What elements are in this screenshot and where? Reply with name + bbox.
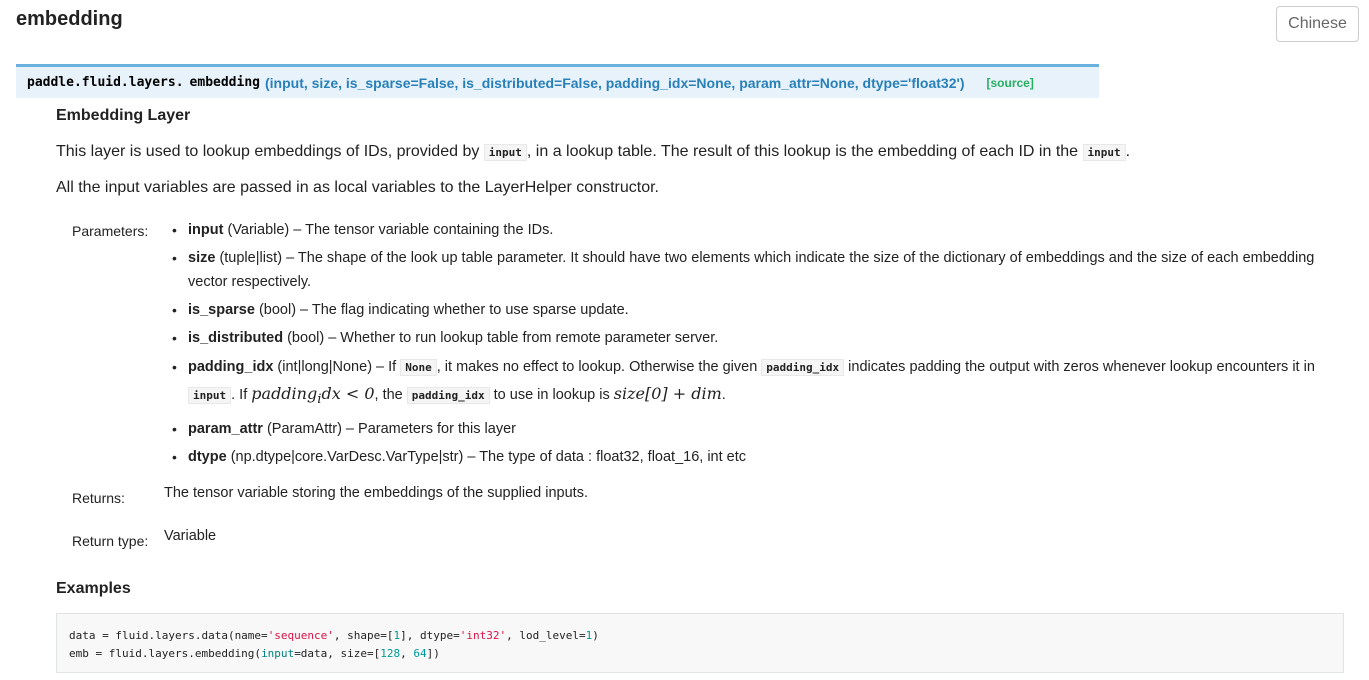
param-name: param_attr <box>188 421 263 438</box>
code-line-1: data = fluid.layers.data(name='sequence'… <box>69 629 599 642</box>
param-name: input <box>188 222 224 238</box>
description-paragraph-1: This layer is used to lookup embeddings … <box>56 143 1130 161</box>
param-type: (bool) <box>283 330 325 346</box>
bullet-icon: • <box>172 359 177 375</box>
math-expression: size[0] + dim <box>613 384 722 403</box>
param-name: is_distributed <box>188 330 284 346</box>
inline-code-input: input <box>188 387 232 404</box>
param-item-size: • size (tuple|list) – The shape of the lo… <box>170 246 1340 294</box>
math-expression: paddingidx < 0 <box>251 384 375 407</box>
param-desc: to use in lookup is <box>489 387 614 403</box>
param-desc: . <box>721 387 726 403</box>
param-desc: , the <box>374 387 407 403</box>
examples-heading: Examples <box>56 580 131 597</box>
bullet-icon: • <box>172 302 177 318</box>
returns-value: The tensor variable storing the embeddin… <box>164 485 588 501</box>
inline-code-input: input <box>483 144 527 161</box>
code-line-2: emb = fluid.layers.embedding(input=data,… <box>69 647 440 660</box>
parameters-list: • input (Variable) – The tensor variable … <box>170 218 1340 473</box>
inline-code-input: input <box>1082 144 1126 161</box>
description-paragraph-2: All the input variables are passed in as… <box>56 179 659 196</box>
param-item-is-distributed: • is_distributed (bool) – Whether to run … <box>170 326 1340 350</box>
param-item-is-sparse: • is_sparse (bool) – The flag indicating … <box>170 298 1340 322</box>
inline-code-padding-idx: padding_idx <box>406 387 490 404</box>
param-type: (Variable) <box>223 222 290 238</box>
signature-module: paddle.fluid.layers. <box>27 75 184 90</box>
param-desc: . If <box>231 387 252 403</box>
return-type-label: Return type: <box>72 533 149 549</box>
bullet-icon: • <box>172 421 177 438</box>
bullet-icon: • <box>172 250 177 266</box>
bullet-icon: • <box>172 222 177 238</box>
param-type: (bool) <box>254 302 297 318</box>
param-item-padding-idx: • padding_idx (int|long|None) – If None, … <box>170 354 1340 413</box>
inline-code-none: None <box>400 359 437 376</box>
param-item-dtype: • dtype (np.dtype|core.VarDesc.VarType|st… <box>170 445 1340 469</box>
example-code-block: data = fluid.layers.data(name='sequence'… <box>56 613 1344 673</box>
param-type: (ParamAttr) <box>262 421 342 438</box>
para1-text-a: This layer is used to lookup embeddings … <box>56 143 484 160</box>
param-desc: – The flag indicating whether to use spa… <box>296 302 629 318</box>
param-desc: – The shape of the look up table paramet… <box>188 250 1315 290</box>
signature-params: (input, size, is_sparse=False, is_distri… <box>265 74 965 91</box>
bullet-icon: • <box>172 449 177 466</box>
math-text: dx < 0 <box>321 384 375 403</box>
param-desc: – The tensor variable containing the IDs… <box>289 222 554 238</box>
signature-name: embedding <box>189 75 260 90</box>
param-type: (int|long|None) <box>273 359 373 375</box>
param-name: is_sparse <box>188 302 255 318</box>
param-item-input: • input (Variable) – The tensor variable … <box>170 218 1340 242</box>
param-desc: – Whether to run lookup table from remot… <box>324 330 719 346</box>
param-name: size <box>188 250 216 266</box>
inline-code-padding-idx: padding_idx <box>761 359 845 376</box>
param-name: padding_idx <box>188 359 274 375</box>
bullet-icon: • <box>172 330 177 346</box>
language-switch-button[interactable]: Chinese <box>1276 6 1359 42</box>
source-link[interactable]: [source] <box>986 76 1033 90</box>
para1-text-c: . <box>1125 143 1131 160</box>
param-desc: , it makes no effect to lookup. Otherwis… <box>436 359 762 375</box>
param-type: (np.dtype|core.VarDesc.VarType|str) <box>226 449 464 466</box>
param-desc: – The type of data : float32, float_16, … <box>463 449 747 466</box>
para1-text-b: , in a lookup table. The result of this … <box>526 143 1083 160</box>
function-signature: paddle.fluid.layers. embedding (input, s… <box>16 64 1099 98</box>
param-desc: indicates padding the output with zeros … <box>844 359 1315 375</box>
param-desc: – If <box>372 359 401 375</box>
page-title: embedding <box>16 8 123 30</box>
return-type-value: Variable <box>164 528 217 544</box>
param-item-param-attr: • param_attr (ParamAttr) – Parameters for… <box>170 417 1340 441</box>
returns-label: Returns: <box>72 490 125 506</box>
param-desc: – Parameters for this layer <box>341 421 516 438</box>
param-type: (tuple|list) <box>215 250 283 266</box>
param-name: dtype <box>188 449 227 466</box>
math-text: padding <box>251 384 318 403</box>
parameters-label: Parameters: <box>72 223 149 239</box>
description-heading: Embedding Layer <box>56 107 191 124</box>
